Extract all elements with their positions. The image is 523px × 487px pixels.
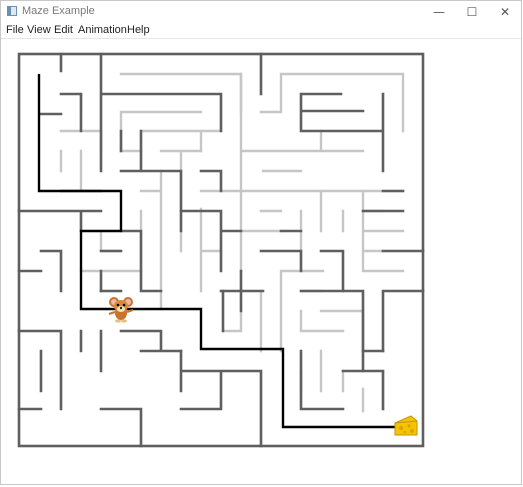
app-window: Maze Example — ☐ ✕ File View Edit Animat… (0, 0, 522, 485)
maze-canvas (17, 52, 425, 448)
mouse-icon (108, 297, 134, 323)
faded-walls (59, 72, 405, 413)
cheese-icon (394, 415, 418, 436)
